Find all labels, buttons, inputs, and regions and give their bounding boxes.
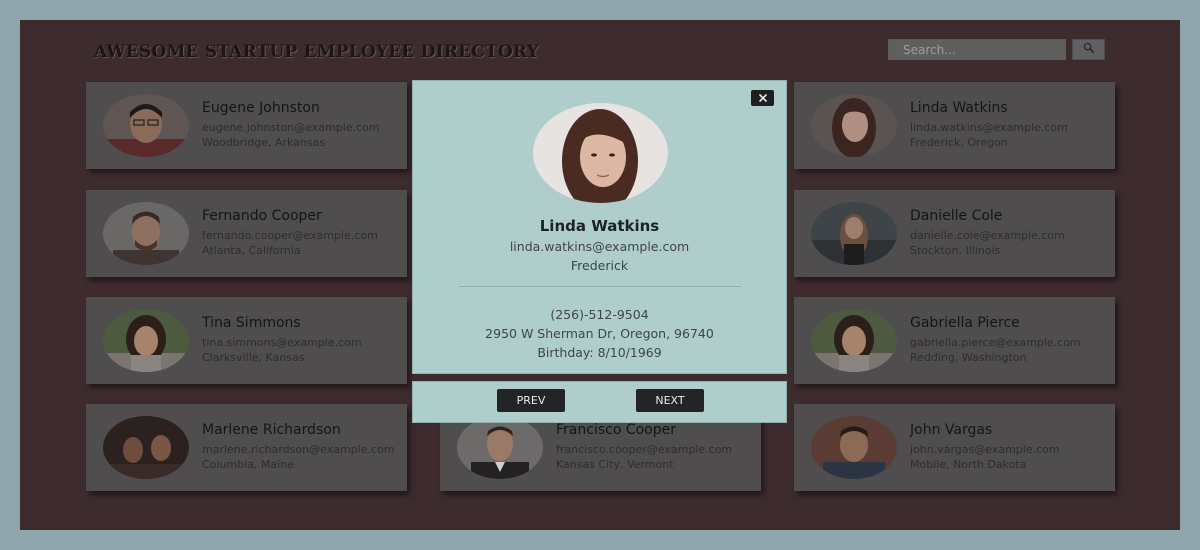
avatar [103,94,189,157]
employee-card[interactable]: Marlene Richardson marlene.richardson@ex… [86,404,407,491]
page-title: AWESOME STARTUP EMPLOYEE DIRECTORY [94,42,539,62]
next-button[interactable]: NEXT [636,389,704,412]
modal-avatar [533,103,668,203]
employee-card[interactable]: Linda Watkins linda.watkins@example.com … [794,82,1115,169]
close-button[interactable] [751,90,774,106]
employee-name: Danielle Cole [910,208,1003,224]
employee-location: Frederick, Oregon [910,136,1008,149]
employee-name: Fernando Cooper [202,208,322,224]
employee-card[interactable]: John Vargas john.vargas@example.com Mobi… [794,404,1115,491]
employee-name: Eugene Johnston [202,100,320,116]
employee-name: John Vargas [910,422,993,438]
close-icon [758,91,768,106]
modal-name: Linda Watkins [539,217,660,235]
employee-card[interactable]: Eugene Johnston eugene.johnston@example.… [86,82,407,169]
modal-email: linda.watkins@example.com [509,239,690,254]
avatar [811,416,897,479]
avatar [457,416,543,479]
employee-email: gabriella.pierce@example.com [910,336,1081,349]
employee-name: Marlene Richardson [202,422,341,438]
employee-modal: Linda Watkins linda.watkins@example.com … [412,80,787,374]
employee-name: Linda Watkins [910,100,1008,116]
avatar [811,309,897,372]
employee-email: marlene.richardson@example.com [202,443,395,456]
employee-email: john.vargas@example.com [910,443,1060,456]
employee-location: Kansas City, Vermont [556,458,674,471]
modal-divider [459,286,741,287]
avatar [103,309,189,372]
employee-name: Tina Simmons [202,315,301,331]
employee-card[interactable]: Danielle Cole danielle.cole@example.com … [794,190,1115,277]
employee-location: Columbia, Maine [202,458,294,471]
employee-email: fernando.cooper@example.com [202,229,378,242]
employee-location: Redding, Washington [910,351,1027,364]
modal-city: Frederick [570,258,629,273]
employee-location: Woodbridge, Arkansas [202,136,326,149]
modal-address: 2950 W Sherman Dr, Oregon, 96740 [485,326,714,341]
magnifier-icon [1083,42,1095,57]
employee-location: Mobile, North Dakota [910,458,1027,471]
employee-location: Clarksville, Kansas [202,351,305,364]
avatar [103,416,189,479]
employee-email: francisco.cooper@example.com [556,443,733,456]
avatar [103,202,189,265]
avatar [811,202,897,265]
employee-card[interactable]: Fernando Cooper fernando.cooper@example.… [86,190,407,277]
employee-email: linda.watkins@example.com [910,121,1068,134]
employee-email: danielle.cole@example.com [910,229,1065,242]
employee-name: Gabriella Pierce [910,315,1020,331]
search-button[interactable] [1072,39,1105,60]
employee-location: Atlanta, California [202,244,301,257]
modal-navigation: PREV NEXT [412,381,787,423]
employee-card[interactable]: Gabriella Pierce gabriella.pierce@exampl… [794,297,1115,384]
avatar [811,94,897,157]
prev-button[interactable]: PREV [497,389,565,412]
search-input[interactable] [888,39,1066,60]
employee-location: Stockton, Illinois [910,244,1001,257]
modal-phone: (256)-512-9504 [550,307,649,322]
employee-email: eugene.johnston@example.com [202,121,380,134]
employee-name: Francisco Cooper [556,422,676,438]
modal-birthday: Birthday: 8/10/1969 [537,345,662,360]
employee-email: tina.simmons@example.com [202,336,362,349]
employee-card[interactable]: Tina Simmons tina.simmons@example.com Cl… [86,297,407,384]
